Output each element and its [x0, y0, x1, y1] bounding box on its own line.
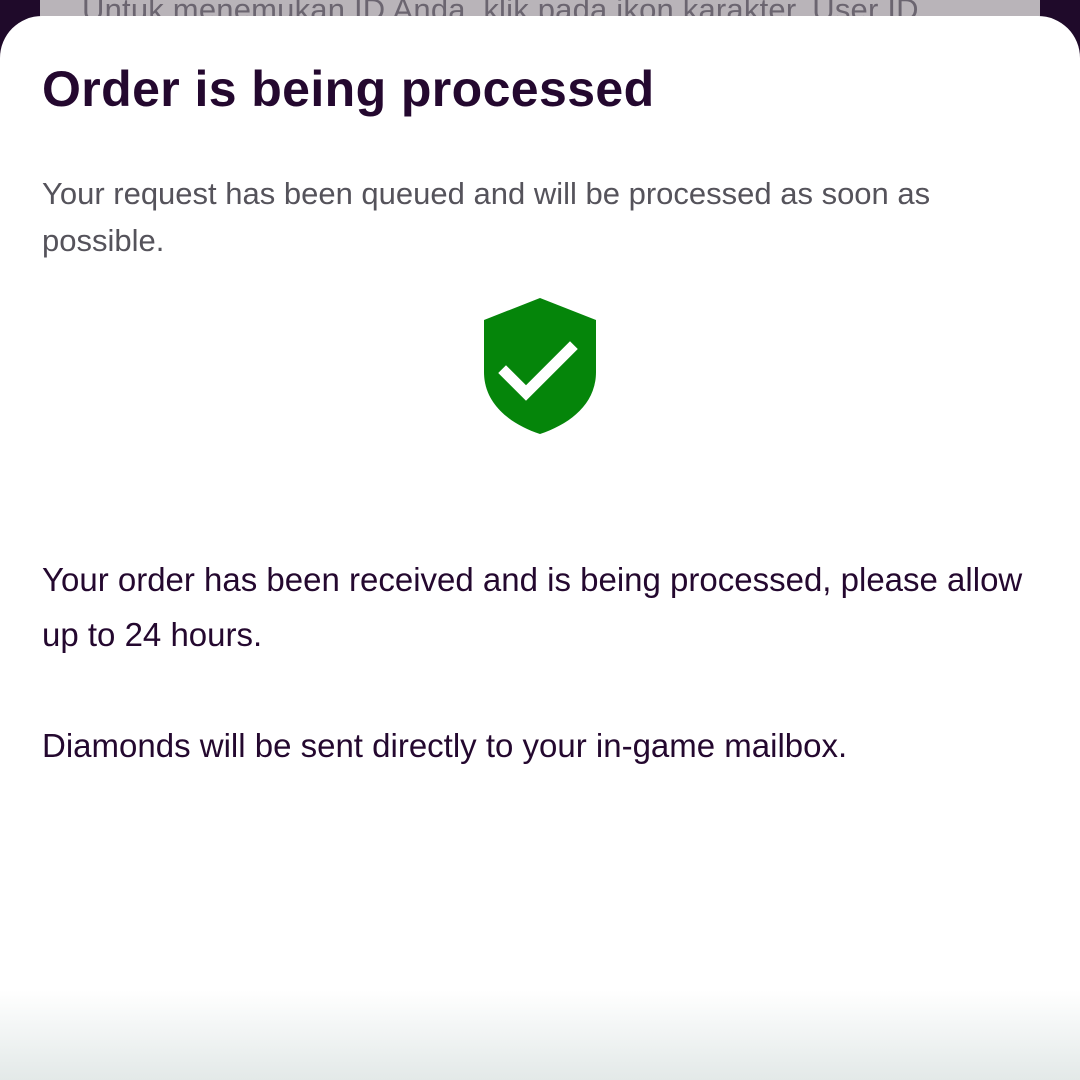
bottom-fade — [0, 990, 1080, 1080]
order-received-message: Your order has been received and is bein… — [42, 561, 1023, 653]
dialog-subtitle: Your request has been queued and will be… — [42, 176, 931, 258]
page: Untuk menemukan ID Anda, klik pada ikon … — [0, 0, 1080, 1080]
shield-check-icon — [484, 298, 596, 434]
delivery-info-message: Diamonds will be sent directly to your i… — [42, 727, 848, 764]
dialog-title: Order is being processed — [42, 61, 655, 117]
order-status-sheet: Order is being processed Your request ha… — [0, 16, 1080, 1080]
shield-shape — [484, 298, 596, 434]
